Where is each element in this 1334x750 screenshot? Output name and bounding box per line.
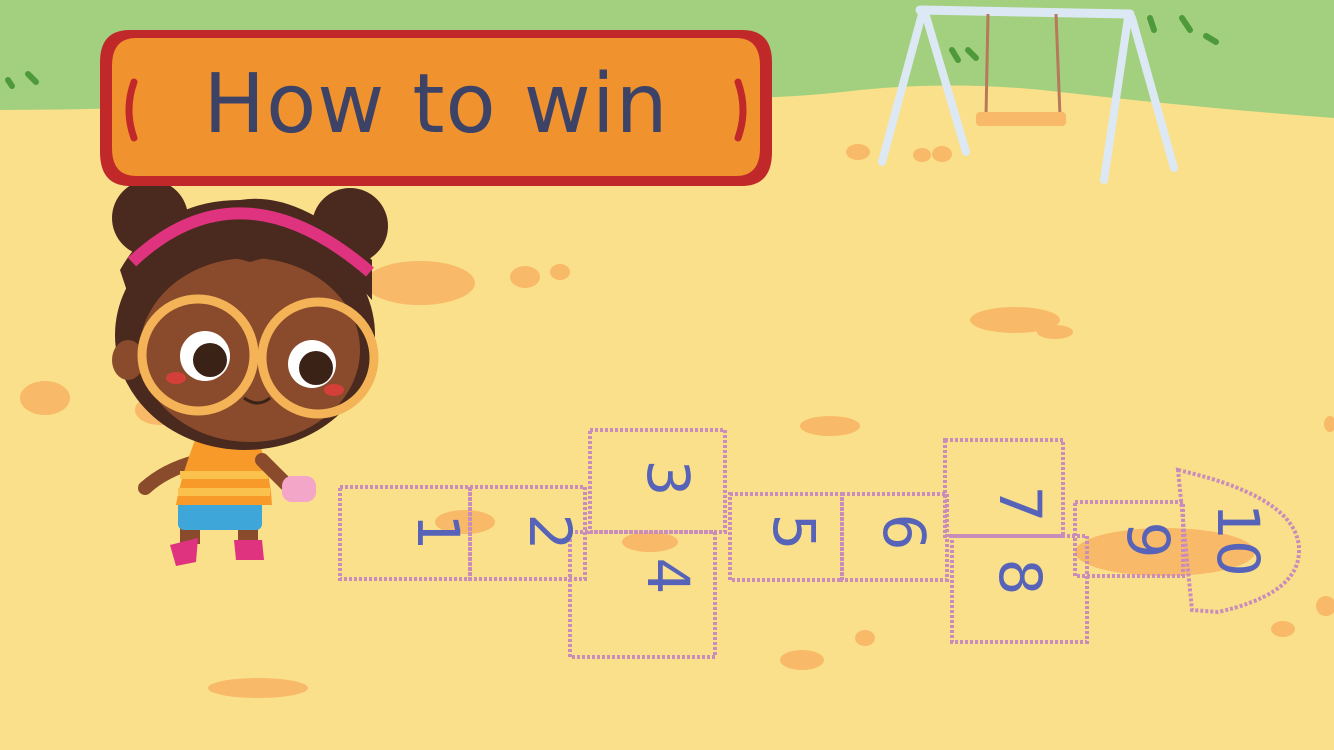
hopscotch-number-3: 3 bbox=[634, 460, 702, 497]
hopscotch-number-8: 8 bbox=[986, 559, 1054, 596]
hopscotch-number-7: 7 bbox=[986, 486, 1054, 523]
chalk-stone-icon bbox=[282, 476, 316, 502]
hopscotch-number-2: 2 bbox=[516, 514, 584, 551]
page-title: How to win bbox=[203, 56, 669, 152]
girl-character-icon bbox=[112, 180, 388, 566]
hopscotch-number-6: 6 bbox=[870, 514, 938, 551]
hopscotch-number-4: 4 bbox=[634, 558, 702, 595]
title-banner[interactable]: How to win bbox=[96, 22, 776, 194]
hopscotch-number-1: 1 bbox=[404, 514, 472, 551]
hopscotch-number-10: 10 bbox=[1204, 503, 1272, 577]
hopscotch-number-9: 9 bbox=[1114, 522, 1182, 559]
hopscotch-number-5: 5 bbox=[760, 514, 828, 551]
